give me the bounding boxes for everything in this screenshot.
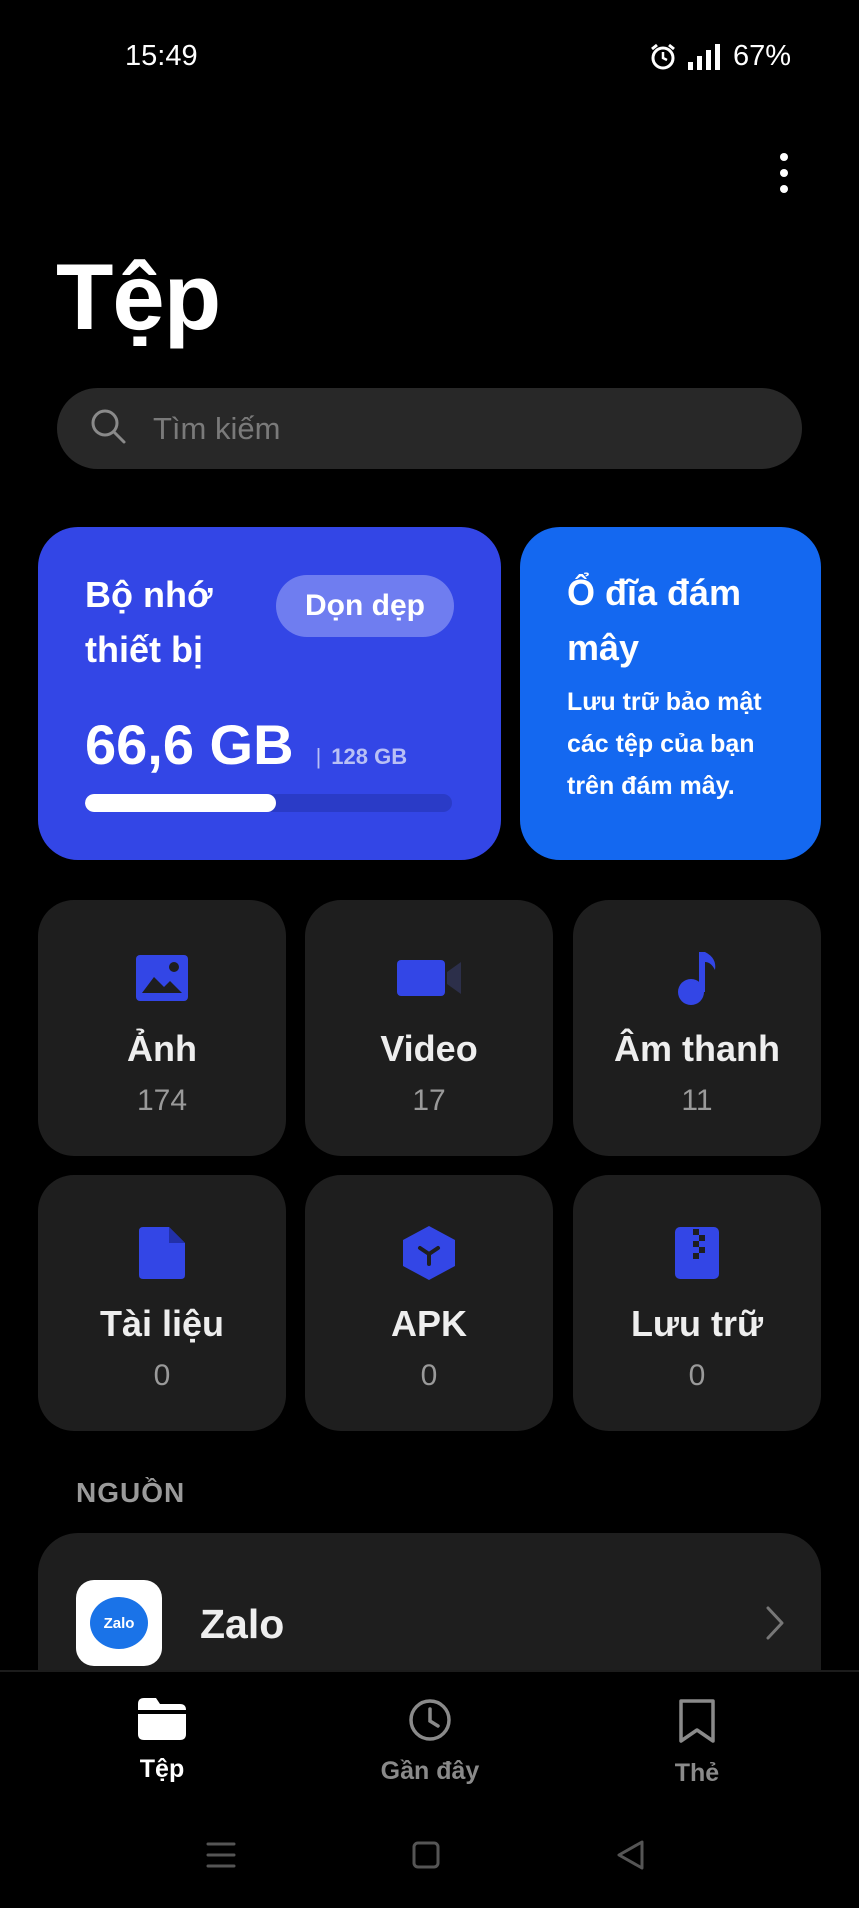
category-count: 0 [153,1359,171,1392]
archive-icon [675,1225,719,1281]
category-label: Video [380,1028,478,1069]
alarm-icon [649,43,677,71]
storage-used: 66,6 GB [85,713,294,776]
source-item-zalo[interactable]: Zalo Zalo [38,1533,821,1673]
bookmark-icon [678,1698,716,1749]
signal-icon [687,43,723,70]
storage-separator: | [315,744,322,769]
image-icon [136,950,188,1006]
search-bar[interactable] [57,388,802,469]
storage-total: 128 GB [331,744,408,769]
video-icon [397,950,461,1006]
zalo-logo: Zalo [76,1580,162,1666]
status-bar: 15:49 67% [0,0,859,110]
nav-recent[interactable]: Gần đây [330,1698,530,1786]
document-icon [139,1225,185,1281]
device-storage-card[interactable]: Bộ nhớ thiết bị Dọn dẹp 66,6 GB | 128 GB [38,527,501,860]
search-icon [89,407,127,450]
chevron-right-icon [765,1605,785,1646]
category-count: 174 [136,1084,188,1117]
status-time: 15:49 [125,40,198,72]
cloud-title: Ổ đĩa đám mây [567,572,742,668]
system-home-button[interactable] [406,1835,446,1875]
category-label: Âm thanh [614,1028,780,1069]
category-count: 0 [420,1359,438,1392]
category-label: APK [390,1303,467,1344]
category-apk[interactable]: APK 0 [305,1175,553,1431]
nav-label: Tệp [139,1755,185,1783]
nav-files[interactable]: Tệp [62,1698,262,1784]
storage-usage: 66,6 GB | 128 GB [85,712,407,777]
storage-progress-fill [85,794,276,812]
category-count: 0 [688,1359,706,1392]
category-audio[interactable]: Âm thanh 11 [573,900,821,1156]
nav-label: Gần đây [380,1757,480,1785]
more-vertical-icon[interactable] [766,145,802,201]
sources-section-label: NGUỒN [76,1477,186,1508]
category-count: 17 [412,1084,446,1117]
nav-tags[interactable]: Thẻ [597,1698,797,1788]
storage-progress-bar [85,794,452,812]
clean-button[interactable]: Dọn dẹp [276,575,454,637]
zalo-logo-bubble: Zalo [90,1597,148,1649]
apk-icon [403,1225,455,1281]
category-label: Tài liệu [99,1303,225,1344]
search-input[interactable] [153,410,713,447]
category-documents[interactable]: Tài liệu 0 [38,1175,286,1431]
nav-label: Thẻ [674,1759,720,1787]
category-label: Ảnh [127,1028,197,1069]
cloud-drive-card[interactable]: Ổ đĩa đám mây Lưu trữ bảo mật các tệp củ… [520,527,821,860]
system-back-button[interactable] [610,1835,650,1875]
category-count: 11 [681,1084,713,1117]
music-note-icon [675,950,719,1006]
category-images[interactable]: Ảnh 174 [38,900,286,1156]
page-title: Tệp [56,244,221,349]
clock-icon [408,1698,452,1747]
system-menu-button[interactable] [201,1835,241,1875]
status-icons: 67% [649,40,791,73]
category-archives[interactable]: Lưu trữ 0 [573,1175,821,1431]
battery-text: 67% [732,40,791,72]
category-video[interactable]: Video 17 [305,900,553,1156]
storage-title: Bộ nhớ thiết bị [85,574,213,670]
source-name: Zalo [200,1601,285,1647]
folder-icon [138,1698,186,1745]
cloud-description: Lưu trữ bảo mật các tệp của bạn trên đám… [567,688,762,800]
category-label: Lưu trữ [630,1303,764,1344]
